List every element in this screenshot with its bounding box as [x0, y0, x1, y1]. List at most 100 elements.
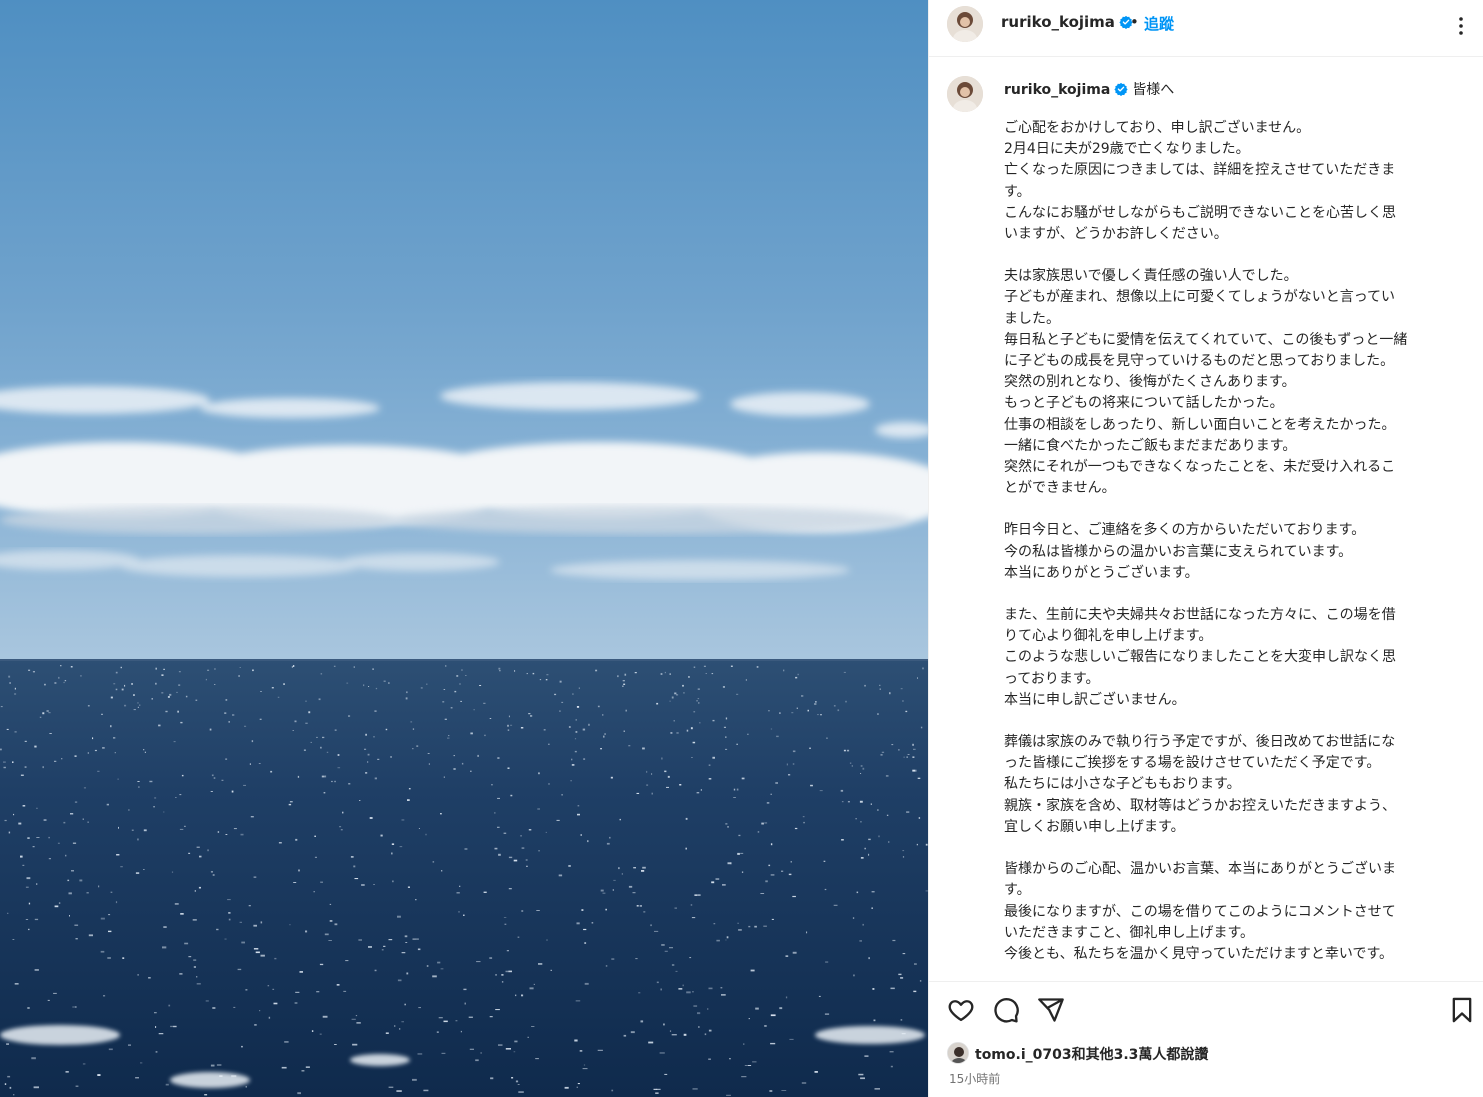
sea-sparkle [729, 1058, 731, 1060]
liker-avatar[interactable] [947, 1042, 969, 1064]
sea-sparkle [900, 977, 904, 979]
sea-sparkle [497, 797, 500, 799]
sea-sparkle [697, 1012, 701, 1015]
sea-sparkle [188, 956, 192, 958]
sea-sparkle [245, 989, 248, 991]
sea-sparkle [568, 726, 571, 728]
sea-sparkle [785, 955, 789, 957]
sea-sparkle [670, 732, 673, 734]
sea-sparkle [311, 1030, 314, 1032]
sea-sparkle [736, 693, 739, 695]
sea-sparkle [605, 965, 608, 967]
sea-sparkle [461, 669, 463, 671]
sea-sparkle [750, 969, 755, 972]
sea-sparkle [727, 826, 729, 828]
sea-sparkle [546, 939, 548, 941]
sea-sparkle [697, 688, 700, 690]
sea-sparkle [508, 856, 513, 859]
sea-sparkle [609, 836, 611, 839]
bookmark-icon[interactable] [1448, 996, 1476, 1024]
sea-sparkle [348, 715, 351, 717]
sea-sparkle [618, 867, 620, 870]
sea-sparkle [881, 751, 885, 753]
sea-sparkle [352, 1043, 358, 1046]
sea-sparkle [628, 745, 631, 747]
caption-greeting: 皆様へ [1132, 82, 1175, 98]
sea-sparkle [101, 713, 103, 715]
sea-sparkle [653, 1088, 658, 1090]
post-timestamp[interactable]: 15小時前 [949, 1070, 1000, 1087]
caption-author-avatar[interactable] [947, 76, 983, 112]
sea-sparkle [284, 1041, 289, 1043]
sea-sparkle [273, 1002, 278, 1005]
sea-sparkle [885, 775, 889, 777]
sea-sparkle [795, 676, 798, 679]
sea-sparkle [8, 675, 11, 678]
sea-sparkle [912, 743, 914, 746]
author-username-text[interactable]: ruriko_kojima [1001, 13, 1115, 31]
sea-sparkle [299, 971, 303, 973]
sea-sparkle [722, 686, 725, 688]
sea-sparkle [260, 954, 265, 957]
sea-sparkle [625, 709, 627, 712]
sea-sparkle [385, 728, 388, 731]
sea-sparkle [752, 1061, 757, 1063]
sea-sparkle [461, 762, 464, 765]
sea-sparkle [243, 784, 246, 786]
sea-sparkle [917, 677, 918, 679]
sea-sparkle [179, 828, 184, 830]
sea-sparkle [241, 941, 245, 944]
sea-sparkle [663, 1023, 665, 1026]
sea-sparkle [588, 723, 590, 726]
sea-sparkle [237, 968, 242, 971]
author-username[interactable]: ruriko_kojima [1001, 13, 1133, 33]
sea-sparkle [634, 672, 637, 674]
sea-sparkle [113, 683, 116, 685]
sea-sparkle [207, 849, 209, 852]
sea-sparkle [770, 728, 773, 730]
sea-sparkle [685, 817, 688, 820]
sea-sparkle [113, 737, 116, 739]
sea-sparkle [748, 925, 751, 928]
share-icon[interactable] [1037, 996, 1065, 1024]
sea-sparkle [705, 673, 707, 674]
sea-sparkle [683, 1033, 687, 1036]
author-avatar[interactable] [947, 6, 983, 42]
comment-icon[interactable] [992, 996, 1020, 1024]
sea-sparkle [192, 919, 197, 921]
more-options-icon[interactable] [1449, 14, 1473, 38]
post-image[interactable] [0, 0, 928, 1097]
sea-sparkle [64, 680, 67, 682]
sea-sparkle [308, 711, 311, 714]
heart-icon[interactable] [947, 996, 975, 1024]
sea-sparkle [561, 701, 564, 703]
sea-sparkle [889, 692, 891, 695]
sea-sparkle [913, 990, 917, 993]
sea-sparkle [770, 1042, 776, 1045]
likes-count-link[interactable]: tomo.i_0703和其他3.3萬人都說讚 [975, 1044, 1208, 1064]
sea-sparkle [12, 939, 15, 940]
sea-sparkle [871, 891, 875, 893]
caption-line: 親族・家族を含め、取材等はどうかお控えいただきますよう、 [1004, 797, 1396, 814]
sea-sparkle [321, 775, 325, 778]
sea-sparkle [361, 884, 365, 886]
sea-sparkle [826, 737, 828, 739]
caption-username[interactable]: ruriko_kojima [1004, 82, 1110, 98]
sea-sparkle [619, 818, 621, 821]
sea-sparkle [636, 792, 640, 794]
sea-sparkle [397, 915, 401, 918]
sea-sparkle [343, 990, 347, 992]
sea-sparkle [388, 939, 393, 941]
sea-sparkle [72, 1006, 77, 1008]
sea-sparkle [674, 907, 677, 909]
sea-sparkle [548, 783, 550, 785]
sea-sparkle [543, 729, 546, 731]
follow-button[interactable]: 追蹤 [1144, 13, 1174, 34]
sea-sparkle [643, 911, 646, 913]
sea-sparkle [508, 888, 512, 890]
caption-line: っております。 [1004, 670, 1100, 687]
sea-sparkle [489, 718, 492, 719]
sea-sparkle [877, 809, 879, 811]
sea-sparkle [322, 1015, 328, 1018]
sea-sparkle [138, 786, 140, 788]
